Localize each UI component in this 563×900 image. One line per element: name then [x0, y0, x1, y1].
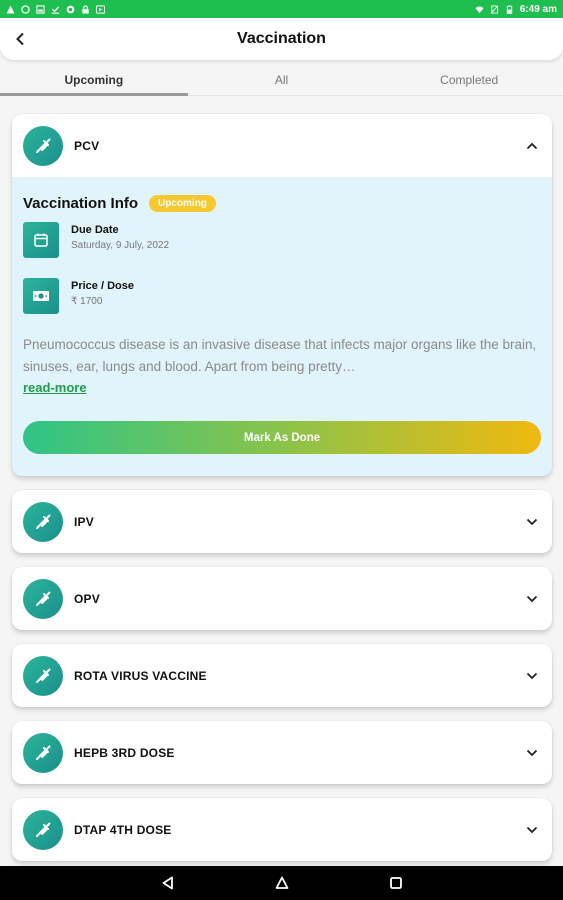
vaccine-name: OPV	[74, 591, 100, 606]
back-triangle-icon[interactable]	[160, 875, 176, 891]
tab-bar: Upcoming All Completed	[0, 64, 563, 96]
price-value: ₹ 1700	[71, 296, 103, 307]
app-bar: Vaccination	[0, 18, 563, 60]
syringe-icon	[23, 501, 63, 542]
syringe-icon	[23, 809, 63, 850]
chevron-down-icon[interactable]	[524, 668, 540, 684]
price-row: Price / Dose ₹ 1700	[23, 278, 541, 314]
vaccine-card-header[interactable]: ROTA VIRUS VACCINE	[12, 644, 552, 707]
read-more-link[interactable]: read-more	[23, 380, 87, 395]
vaccine-card-header[interactable]: HEPB 3RD DOSE	[12, 721, 552, 784]
whatsapp-icon	[21, 4, 30, 14]
vaccine-card-header[interactable]: DTAP 4TH DOSE	[12, 798, 552, 861]
status-bar-left-icons	[6, 4, 105, 14]
vaccine-card-header[interactable]: PCV	[12, 114, 552, 177]
vaccine-card: IPV	[12, 490, 552, 553]
browser-icon	[66, 5, 75, 13]
syringe-icon	[23, 732, 63, 773]
chevron-down-icon[interactable]	[524, 591, 540, 607]
price-label: Price / Dose	[71, 280, 134, 292]
tab-all[interactable]: All	[188, 64, 376, 95]
price-text: Price / Dose ₹ 1700	[71, 278, 134, 307]
vaccine-description: Pneumococcus disease is an invasive dise…	[23, 337, 537, 374]
back-button[interactable]	[10, 28, 30, 50]
syringe-icon	[23, 578, 63, 619]
vaccine-name: IPV	[74, 514, 94, 529]
warning-icon	[6, 4, 15, 14]
wifi-icon	[475, 5, 484, 13]
download-done-icon	[51, 5, 60, 14]
battery-icon	[506, 4, 512, 14]
system-nav-bar	[0, 866, 563, 900]
vaccine-name: HEPB 3RD DOSE	[74, 745, 175, 760]
chevron-up-icon[interactable]	[524, 138, 540, 154]
home-circle-icon[interactable]	[274, 875, 290, 891]
tab-upcoming[interactable]: Upcoming	[0, 64, 188, 96]
due-date-label: Due Date	[71, 224, 119, 236]
vaccine-card: DTAP 4TH DOSE	[12, 798, 552, 861]
vaccine-card: PCV Vaccination Info Upcoming Due Date S…	[12, 114, 552, 476]
syringe-icon	[23, 655, 63, 696]
info-title-row: Vaccination Info Upcoming	[23, 195, 541, 212]
status-bar-right-icons: 6:49 am	[475, 4, 557, 15]
vaccine-name: ROTA VIRUS VACCINE	[74, 668, 207, 683]
tab-completed[interactable]: Completed	[375, 64, 563, 95]
calendar-icon	[23, 222, 59, 258]
play-icon	[96, 4, 105, 14]
vaccination-info-panel: Vaccination Info Upcoming Due Date Satur…	[12, 177, 552, 476]
due-date-row: Due Date Saturday, 9 July, 2022	[23, 222, 541, 258]
syringe-icon	[23, 125, 63, 166]
chevron-down-icon[interactable]	[524, 745, 540, 761]
recents-square-icon[interactable]	[388, 875, 404, 891]
page-title: Vaccination	[237, 30, 326, 47]
status-time: 6:49 am	[519, 3, 557, 15]
chevron-down-icon[interactable]	[524, 822, 540, 838]
due-date-text: Due Date Saturday, 9 July, 2022	[71, 222, 169, 251]
vaccine-card: HEPB 3RD DOSE	[12, 721, 552, 784]
vaccine-name: DTAP 4TH DOSE	[74, 822, 172, 837]
vaccine-card: OPV	[12, 567, 552, 630]
vaccine-card-header[interactable]: OPV	[12, 567, 552, 630]
no-sim-icon	[490, 4, 499, 14]
due-date-value: Saturday, 9 July, 2022	[71, 240, 170, 251]
mark-as-done-button[interactable]: Mark As Done	[23, 421, 541, 454]
vaccine-card-header[interactable]: IPV	[12, 490, 552, 553]
chevron-left-icon	[16, 32, 24, 46]
status-badge: Upcoming	[149, 195, 216, 212]
info-section-title: Vaccination Info	[23, 195, 139, 212]
lock-icon	[82, 4, 89, 14]
vaccine-list: PCV Vaccination Info Upcoming Due Date S…	[12, 114, 552, 875]
gallery-icon	[36, 4, 45, 14]
status-bar: 6:49 am	[0, 0, 563, 18]
money-icon	[23, 278, 59, 314]
chevron-down-icon[interactable]	[524, 514, 540, 530]
vaccine-card: ROTA VIRUS VACCINE	[12, 644, 552, 707]
vaccine-name: PCV	[74, 138, 100, 153]
